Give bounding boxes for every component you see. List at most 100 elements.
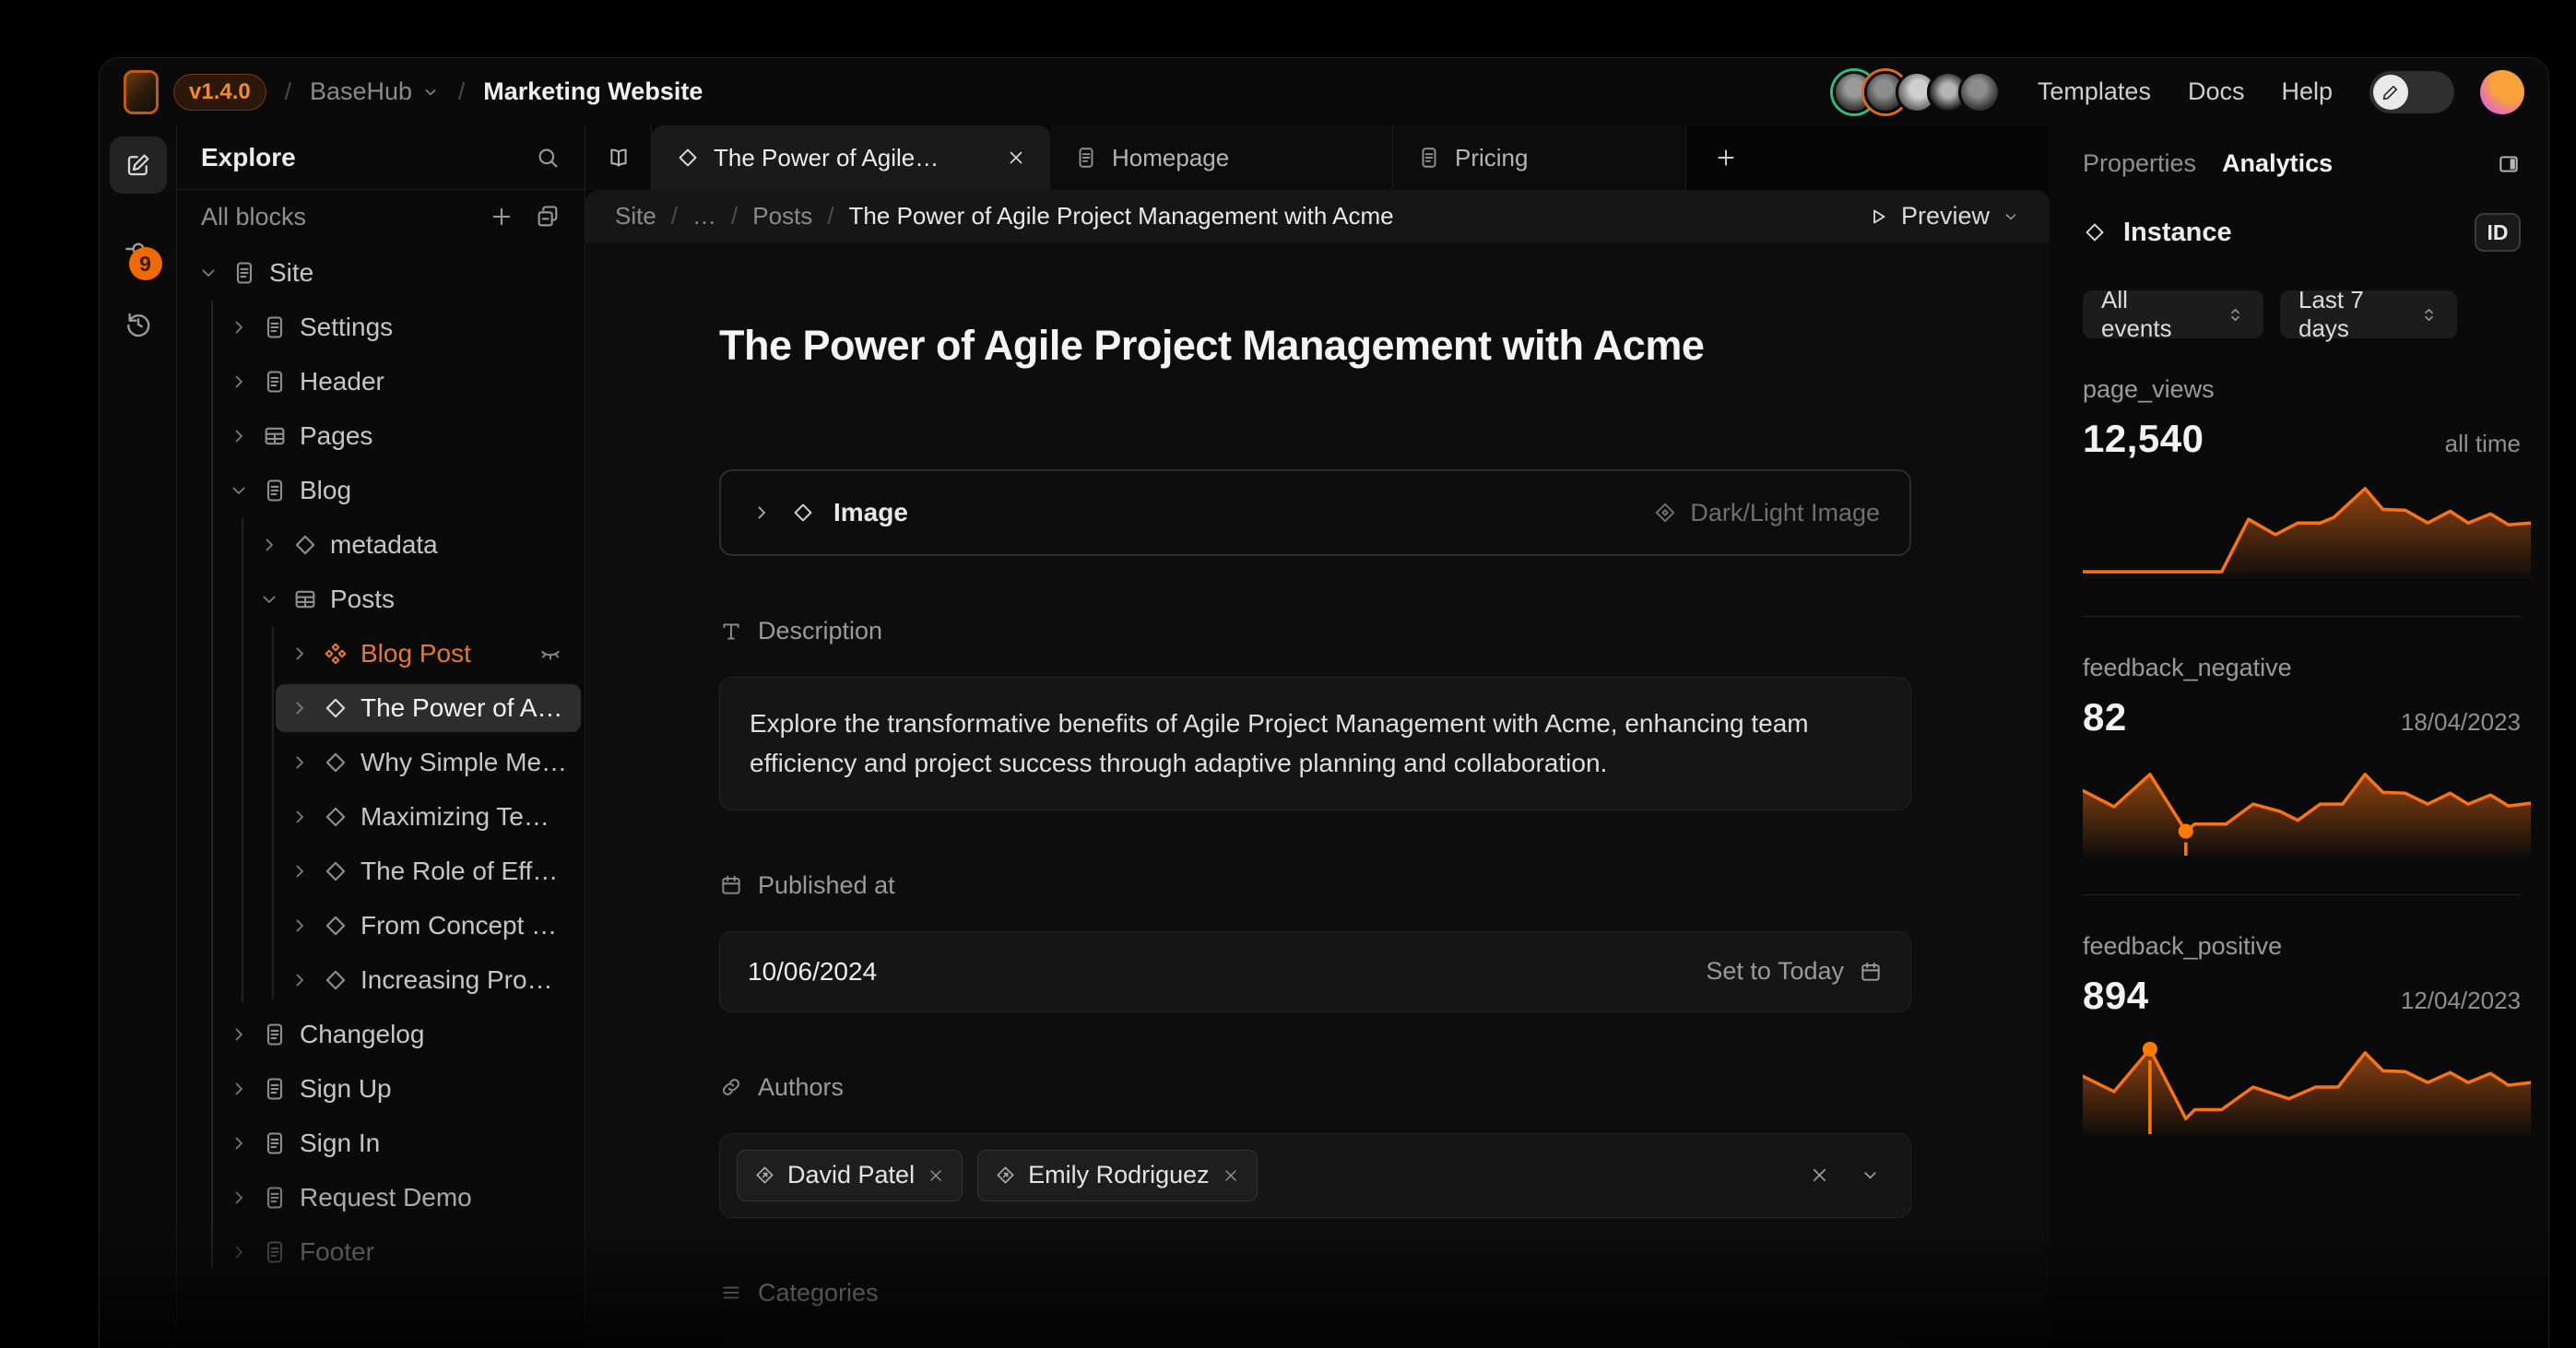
templates-link[interactable]: Templates (2038, 77, 2151, 106)
author-chip[interactable]: Emily Rodriguez (977, 1150, 1258, 1201)
chevron-right-icon[interactable] (228, 316, 250, 338)
new-tab-button[interactable] (1686, 125, 2050, 190)
breadcrumb-site[interactable]: Site (615, 202, 656, 231)
tree-item-changelog[interactable]: Changelog (177, 1007, 585, 1061)
chevron-right-icon[interactable] (289, 806, 311, 828)
collaborator-avatar[interactable] (1958, 71, 2001, 113)
chevron-right-icon[interactable] (228, 1187, 250, 1209)
set-to-today-button[interactable]: Set to Today (1706, 957, 1883, 986)
tab-the-power-of-agile[interactable]: The Power of Agile… (652, 125, 1050, 190)
tree-item-pages[interactable]: Pages (177, 408, 585, 463)
selected-tree-item[interactable]: The Power of A… (276, 684, 581, 732)
list-icon (719, 1281, 743, 1305)
events-filter-select[interactable]: All events (2083, 290, 2263, 338)
tree-item-posts[interactable]: Posts (177, 572, 585, 626)
user-avatar[interactable] (2480, 70, 2524, 114)
commits-button[interactable]: 9 (124, 234, 153, 268)
chevron-down-icon[interactable] (1860, 1165, 1881, 1186)
tree-item-the-power-of-a[interactable]: The Power of A… (177, 680, 585, 735)
library-button[interactable] (585, 125, 652, 190)
clear-all-icon[interactable] (1809, 1165, 1830, 1186)
chevron-right-icon[interactable] (258, 534, 280, 556)
tree-item-blog[interactable]: Blog (177, 463, 585, 517)
feedback-negative-sparkline[interactable] (2083, 754, 2521, 857)
chevron-right-icon[interactable] (228, 1078, 250, 1100)
remove-chip-icon[interactable] (1222, 1166, 1240, 1185)
duplicate-icon[interactable] (535, 204, 561, 230)
range-filter-select[interactable]: Last 7 days (2280, 290, 2457, 338)
tab-analytics[interactable]: Analytics (2222, 149, 2333, 178)
chevron-right-icon[interactable] (289, 969, 311, 991)
chevron-right-icon[interactable] (228, 1023, 250, 1046)
chevron-right-icon[interactable] (289, 643, 311, 665)
chevron-right-icon[interactable] (289, 697, 311, 719)
page-title[interactable]: The Power of Agile Project Management wi… (719, 322, 1911, 370)
tab-label: The Power of Agile… (714, 144, 939, 172)
tree-item-sign-in[interactable]: Sign In (177, 1116, 585, 1170)
version-badge[interactable]: v1.4.0 (173, 74, 266, 111)
chevron-right-icon[interactable] (289, 751, 311, 774)
chevron-right-icon[interactable] (228, 1132, 250, 1154)
tree-item-blog-post[interactable]: Blog Post (177, 626, 585, 680)
feedback-positive-sparkline[interactable] (2083, 1033, 2521, 1136)
breadcrumb-ellipsis[interactable]: … (692, 202, 716, 231)
eye-closed-icon[interactable] (538, 642, 562, 666)
diamond-icon (323, 913, 349, 939)
tree-item-label: Site (269, 258, 313, 288)
workspace-switcher[interactable]: BaseHub (310, 77, 440, 106)
tree-item-maximizing[interactable]: Maximizing Te… (177, 789, 585, 844)
description-input[interactable]: Explore the transformative benefits of A… (719, 677, 1911, 810)
categories-input[interactable]: Productivity (719, 1339, 1911, 1348)
remove-chip-icon[interactable] (927, 1166, 945, 1185)
edit-mode-toggle[interactable] (2369, 71, 2454, 113)
basehub-logo[interactable] (124, 70, 159, 114)
tree-item-metadata[interactable]: metadata (177, 517, 585, 572)
tree-item-the-role[interactable]: The Role of Eff… (177, 844, 585, 898)
image-field[interactable]: Image Dark/Light Image (719, 469, 1911, 556)
project-name[interactable]: Marketing Website (483, 77, 703, 106)
updown-icon (2419, 305, 2439, 325)
authors-input[interactable]: David Patel Emily Rodriguez (719, 1133, 1911, 1218)
chevron-down-icon[interactable] (197, 262, 219, 284)
tree-item-header[interactable]: Header (177, 354, 585, 408)
tree-item-settings[interactable]: Settings (177, 300, 585, 354)
compose-button[interactable] (110, 136, 167, 194)
published-date-input[interactable]: 10/06/2024 Set to Today (719, 931, 1911, 1012)
history-button[interactable] (124, 309, 153, 343)
collapse-panel-icon[interactable] (2497, 152, 2521, 176)
tree-item-site[interactable]: Site (177, 245, 585, 300)
image-variant-badge: Dark/Light Image (1653, 499, 1880, 527)
table-icon (292, 586, 318, 612)
chevron-down-icon[interactable] (228, 479, 250, 502)
tree-item-increasing[interactable]: Increasing Pro… (177, 952, 585, 1007)
chevron-right-icon[interactable] (228, 371, 250, 393)
search-icon[interactable] (535, 145, 561, 171)
collaborator-avatars[interactable] (1833, 71, 2001, 113)
preview-button[interactable]: Preview (1867, 202, 2020, 231)
tree-item-why-simple[interactable]: Why Simple Me… (177, 735, 585, 789)
chevron-right-icon[interactable] (289, 860, 311, 882)
author-chip[interactable]: David Patel (737, 1150, 963, 1201)
chevron-right-icon[interactable] (750, 502, 773, 524)
tree-item-from-concept[interactable]: From Concept … (177, 898, 585, 952)
tree-item-sign-up[interactable]: Sign Up (177, 1061, 585, 1116)
chevron-down-icon[interactable] (258, 588, 280, 610)
chevron-right-icon[interactable] (289, 915, 311, 937)
add-block-icon[interactable] (489, 204, 514, 230)
close-icon[interactable] (1006, 148, 1026, 168)
tree-item-request-demo[interactable]: Request Demo (177, 1170, 585, 1224)
tree-item-footer[interactable]: Footer (177, 1224, 585, 1279)
chevron-right-icon[interactable] (228, 425, 250, 447)
diamond-icon (323, 967, 349, 993)
tab-pricing[interactable]: Pricing (1393, 125, 1686, 190)
chevron-right-icon[interactable] (228, 1241, 250, 1263)
tab-properties[interactable]: Properties (2083, 149, 2196, 178)
all-blocks-label[interactable]: All blocks (201, 203, 468, 231)
docs-link[interactable]: Docs (2188, 77, 2245, 106)
page-views-sparkline[interactable] (2083, 476, 2521, 579)
copy-id-button[interactable]: ID (2475, 213, 2521, 252)
compose-icon (124, 151, 152, 179)
tab-homepage[interactable]: Homepage (1050, 125, 1393, 190)
breadcrumb-posts[interactable]: Posts (752, 202, 812, 231)
help-link[interactable]: Help (2281, 77, 2333, 106)
